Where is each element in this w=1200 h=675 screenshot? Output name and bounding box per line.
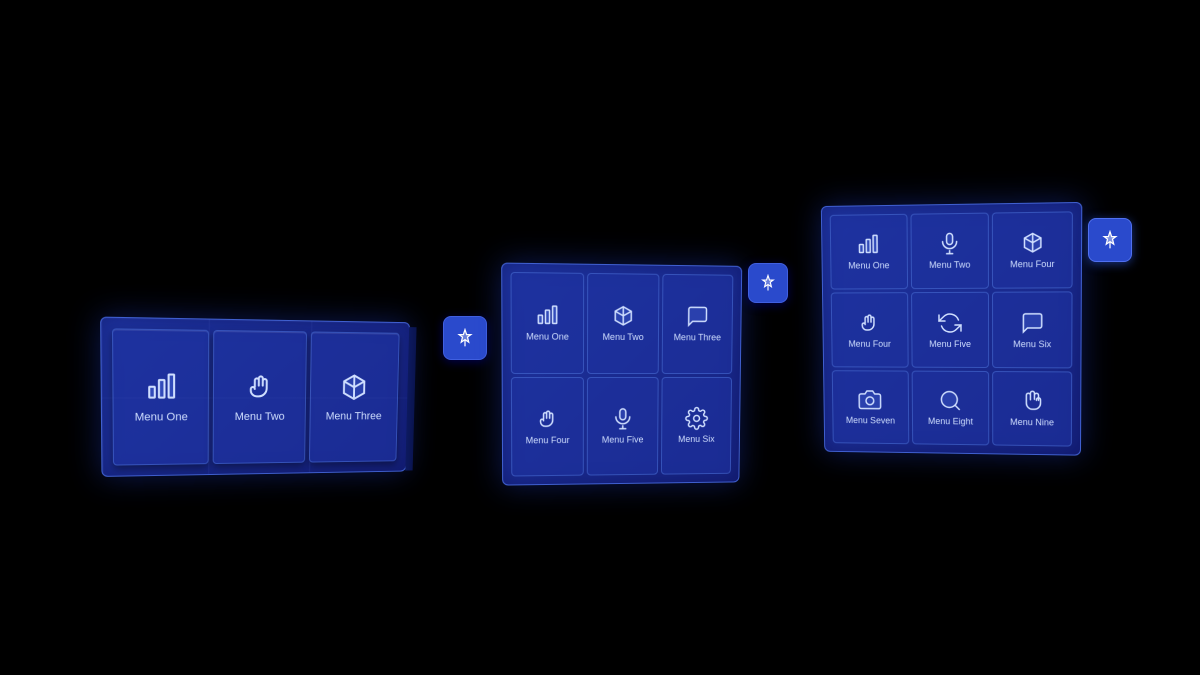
cube-icon	[339, 371, 370, 402]
menu-item-right-9[interactable]: Menu Nine	[992, 371, 1072, 447]
panel-right: Menu One Menu Two Menu Four Menu Four	[821, 202, 1082, 456]
menu-item-left-2[interactable]: Menu Two	[213, 330, 307, 464]
menu-label-left-2: Menu Two	[235, 411, 285, 424]
hand-icon	[244, 371, 276, 403]
menu-label-right-6: Menu Six	[1013, 339, 1051, 350]
menu-item-right-6[interactable]: Menu Six	[992, 292, 1072, 368]
menu-label-right-7: Menu Seven	[846, 415, 895, 426]
menu-label-mid-1: Menu One	[526, 332, 569, 343]
menu-item-right-1[interactable]: Menu One	[830, 214, 908, 290]
menu-label-right-8: Menu Eight	[928, 416, 973, 427]
hand-icon-mid-4	[535, 407, 559, 431]
microphone-icon-mid-5	[611, 407, 635, 431]
menu-item-mid-1[interactable]: Menu One	[510, 272, 584, 374]
menu-label-mid-2: Menu Two	[602, 332, 643, 343]
chat-icon-right-6	[1020, 310, 1044, 334]
menu-label-mid-3: Menu Three	[674, 333, 722, 344]
menu-label-right-3: Menu Four	[1010, 259, 1054, 270]
menu-item-mid-2[interactable]: Menu Two	[587, 273, 659, 374]
menu-item-right-4[interactable]: Menu Four	[831, 292, 909, 367]
camera-icon-right-7	[858, 388, 882, 412]
menu-label-left-1: Menu One	[135, 411, 188, 425]
menu-item-mid-3[interactable]: Menu Three	[662, 274, 734, 374]
pin-button-right[interactable]	[1088, 218, 1132, 262]
menu-item-mid-5[interactable]: Menu Five	[587, 376, 659, 475]
menu-label-mid-6: Menu Six	[678, 434, 715, 445]
menu-item-right-5[interactable]: Menu Five	[911, 292, 990, 368]
search-icon-right-8	[938, 388, 962, 412]
scene: Menu One Menu Two Menu Three	[0, 0, 1200, 675]
menu-label-right-5: Menu Five	[929, 339, 971, 350]
menu-label-mid-5: Menu Five	[602, 434, 644, 445]
gear-icon-mid-6	[685, 406, 709, 430]
chat-icon-mid-3	[686, 305, 710, 329]
refresh-icon-right-5	[938, 311, 962, 335]
menu-item-right-8[interactable]: Menu Eight	[911, 370, 989, 445]
pin-icon-left	[455, 328, 475, 348]
bar-chart-icon-mid-1	[535, 303, 559, 328]
menu-item-left-1[interactable]: Menu One	[112, 328, 210, 465]
menu-label-mid-4: Menu Four	[526, 435, 570, 446]
cube-icon-right-3	[1020, 231, 1045, 256]
bar-chart-icon	[145, 370, 178, 403]
panel-mid: Menu One Menu Two Menu Three Menu Four	[501, 263, 742, 486]
pin-button-left[interactable]	[443, 316, 487, 360]
menu-label-right-4: Menu Four	[848, 338, 891, 349]
menu-label-left-3: Menu Three	[326, 410, 382, 423]
menu-item-mid-4[interactable]: Menu Four	[511, 377, 584, 477]
microphone-icon-right-2	[938, 232, 962, 257]
bar-chart-icon-right-1	[857, 233, 881, 257]
pin-button-mid[interactable]	[748, 263, 788, 303]
menu-item-left-3[interactable]: Menu Three	[309, 331, 400, 462]
menu-item-right-7[interactable]: Menu Seven	[832, 370, 909, 444]
panel-left: Menu One Menu Two Menu Three	[100, 317, 410, 477]
hand-open-icon-right-9	[1020, 389, 1044, 413]
menu-label-right-9: Menu Nine	[1010, 417, 1054, 428]
menu-item-right-2[interactable]: Menu Two	[910, 213, 989, 290]
menu-item-right-3[interactable]: Menu Four	[992, 211, 1073, 289]
hand-icon-right-4	[858, 311, 882, 335]
pin-icon-right	[1100, 230, 1120, 250]
menu-label-right-1: Menu One	[848, 261, 889, 272]
pin-icon-mid	[759, 274, 777, 292]
cube-icon-mid-2	[611, 304, 635, 328]
menu-item-mid-6[interactable]: Menu Six	[661, 376, 732, 474]
menu-label-right-2: Menu Two	[929, 260, 970, 271]
